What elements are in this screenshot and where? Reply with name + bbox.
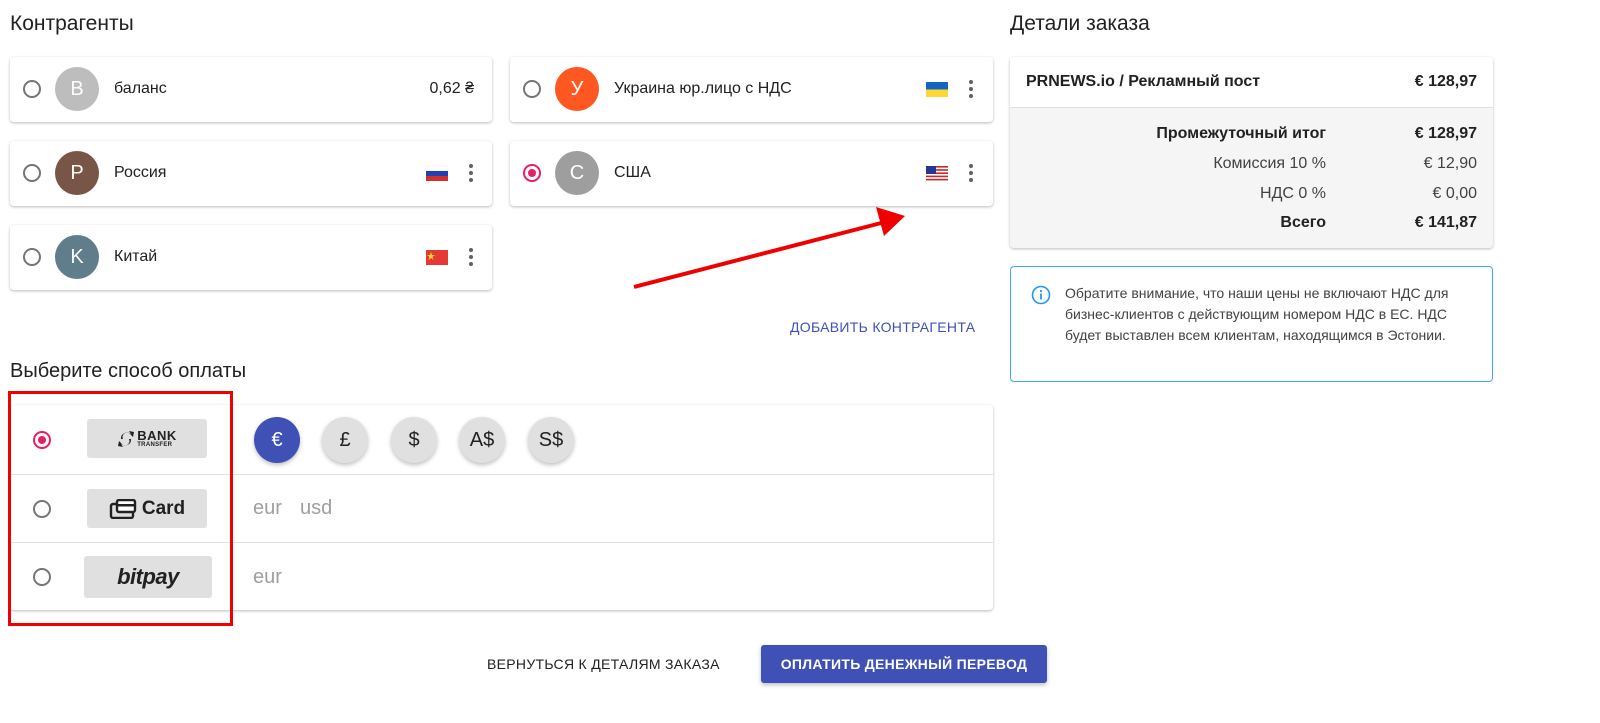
counterparty-card-china[interactable]: K Китай bbox=[10, 225, 492, 290]
avatar: P bbox=[55, 151, 99, 195]
vat-notice: Обратите внимание, что наши цены не вклю… bbox=[1010, 266, 1493, 382]
more-menu-icon[interactable] bbox=[964, 163, 978, 183]
payment-radio-selected[interactable] bbox=[33, 431, 51, 449]
vat-label: НДС 0 % bbox=[1260, 185, 1326, 202]
bank-transfer-logo[interactable]: BANK TRANSFER bbox=[87, 419, 207, 458]
counterparty-card-balance[interactable]: B баланс 0,62 ₴ bbox=[10, 57, 492, 122]
order-item-price: € 128,97 bbox=[1414, 73, 1477, 90]
payment-method-title: Выберите способ оплаты bbox=[10, 360, 247, 382]
commission-label: Комиссия 10 % bbox=[1213, 155, 1326, 172]
back-to-order-button[interactable]: ВЕРНУТЬСЯ К ДЕТАЛЯМ ЗАКАЗА bbox=[487, 656, 720, 672]
transfer-arrows-icon bbox=[118, 430, 135, 447]
counterparty-card-usa[interactable]: C США bbox=[510, 141, 993, 206]
counterparty-name: Россия bbox=[114, 164, 167, 181]
payment-method-bank-transfer[interactable]: BANK TRANSFER € £ $ A$ S$ bbox=[10, 405, 993, 475]
counterparty-radio-selected[interactable] bbox=[523, 164, 541, 182]
counterparty-name: баланс bbox=[114, 80, 167, 97]
order-summary-card: PRNEWS.io / Рекламный пост € 128,97 Пром… bbox=[1010, 57, 1493, 248]
subtotal-value: € 128,97 bbox=[1414, 125, 1477, 142]
more-menu-icon[interactable] bbox=[964, 79, 978, 99]
bitpay-logo-text: bitpay bbox=[117, 564, 179, 589]
payment-radio[interactable] bbox=[33, 500, 51, 518]
bank-logo-sub: TRANSFER bbox=[137, 442, 173, 448]
currency-eur-label: eur bbox=[253, 566, 282, 588]
ukraine-flag-icon bbox=[926, 82, 948, 97]
counterparty-radio[interactable] bbox=[23, 164, 41, 182]
pay-transfer-button[interactable]: ОПЛАТИТЬ ДЕНЕЖНЫЙ ПЕРЕВОД bbox=[761, 645, 1047, 683]
commission-value: € 12,90 bbox=[1423, 155, 1477, 172]
avatar: K bbox=[55, 235, 99, 279]
counterparty-card-ukraine[interactable]: У Украина юр.лицо с НДС bbox=[510, 57, 993, 122]
currency-sgd-button[interactable]: S$ bbox=[528, 417, 574, 463]
currency-eur-label: eur bbox=[253, 497, 282, 519]
info-icon bbox=[1031, 285, 1051, 305]
counterparties-title: Контрагенты bbox=[10, 12, 134, 35]
avatar: B bbox=[55, 67, 99, 111]
notice-text: Обратите внимание, что наши цены не вклю… bbox=[1065, 285, 1449, 343]
counterparty-name: США bbox=[614, 164, 651, 181]
balance-amount: 0,62 ₴ bbox=[429, 80, 474, 97]
bitpay-logo[interactable]: bitpay bbox=[84, 556, 212, 598]
currency-gbp-button[interactable]: £ bbox=[322, 417, 368, 463]
vat-value: € 0,00 bbox=[1432, 185, 1477, 202]
counterparty-card-russia[interactable]: P Россия bbox=[10, 141, 492, 206]
counterparty-name: Китай bbox=[114, 248, 158, 265]
more-menu-icon[interactable] bbox=[464, 163, 478, 183]
currency-usd-label: usd bbox=[300, 497, 333, 519]
counterparty-radio[interactable] bbox=[523, 80, 541, 98]
china-flag-icon bbox=[426, 250, 448, 265]
wallet-card-icon bbox=[109, 498, 137, 519]
usa-flag-icon bbox=[926, 166, 948, 181]
total-value: € 141,87 bbox=[1414, 214, 1477, 231]
order-item-label: PRNEWS.io / Рекламный пост bbox=[1026, 73, 1261, 90]
payment-radio[interactable] bbox=[33, 568, 51, 586]
card-logo-text: Card bbox=[141, 497, 186, 519]
add-counterparty-link[interactable]: ДОБАВИТЬ КОНТРАГЕНТА bbox=[790, 319, 975, 335]
subtotal-label: Промежуточный итог bbox=[1156, 125, 1326, 142]
more-menu-icon[interactable] bbox=[464, 247, 478, 267]
payment-methods-panel: BANK TRANSFER € £ $ A$ S$ Card eur usd b… bbox=[10, 405, 993, 610]
payment-method-bitpay[interactable]: bitpay eur bbox=[10, 543, 993, 610]
payment-method-card[interactable]: Card eur usd bbox=[10, 475, 993, 543]
counterparty-radio[interactable] bbox=[23, 248, 41, 266]
avatar: У bbox=[555, 67, 599, 111]
bank-logo-main: BANK bbox=[137, 428, 177, 443]
card-logo[interactable]: Card bbox=[87, 489, 207, 528]
currency-eur-button[interactable]: € bbox=[254, 417, 300, 463]
counterparty-radio[interactable] bbox=[23, 80, 41, 98]
avatar: C bbox=[555, 151, 599, 195]
russia-flag-icon bbox=[426, 166, 448, 181]
currency-aud-button[interactable]: A$ bbox=[459, 417, 505, 463]
order-details-title: Детали заказа bbox=[1010, 12, 1150, 35]
total-label: Всего bbox=[1280, 214, 1326, 231]
currency-usd-button[interactable]: $ bbox=[391, 417, 437, 463]
counterparty-name: Украина юр.лицо с НДС bbox=[614, 80, 792, 97]
